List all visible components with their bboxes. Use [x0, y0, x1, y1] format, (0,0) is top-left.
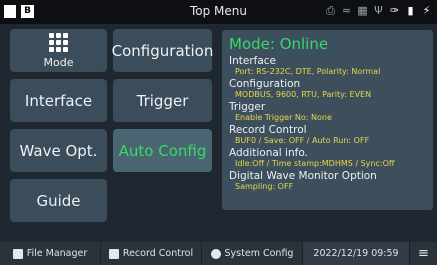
usb-icon: Ψ — [374, 4, 383, 17]
interface-heading: Interface — [229, 55, 277, 67]
configuration-button[interactable]: Configuration — [112, 29, 213, 72]
system-config-button[interactable]: System Config — [202, 242, 303, 265]
printer-icon: ⎙ — [326, 4, 335, 17]
trigger-value: Enable Trigger No: None — [235, 113, 332, 122]
menu-toggle-icon[interactable]: ≡ — [410, 242, 437, 265]
configuration-heading: Configuration — [229, 78, 301, 90]
trigger-button[interactable]: Trigger — [113, 79, 212, 122]
configuration-value: MODBUS, 9600, RTU, Parity: EVEN — [235, 90, 372, 99]
interface-value: Port: RS-232C, DTE, Polarity: Normal — [235, 67, 381, 76]
system-config-label: System Config — [224, 248, 294, 259]
interface-button[interactable]: Interface — [10, 79, 107, 122]
gear-icon — [210, 248, 221, 259]
top-bar: B Top Menu ⎙ ≈ ▦ Ψ ✑ ▮ ⚡ — [0, 0, 437, 24]
mode-label: Mode — [43, 55, 74, 69]
tool-icon: ✑ — [389, 4, 400, 17]
digital-wave-monitor-value: Sampling: OFF — [235, 182, 294, 191]
record-control-value: BUF0 / Save: OFF / Auto Run: OFF — [235, 136, 370, 145]
additional-info-value: Idle:Off / Time stamp:MDHMS / Sync:Off — [235, 159, 395, 168]
wave-opt-button[interactable]: Wave Opt. — [10, 129, 107, 172]
bottom-bar: File Manager Record Control System Confi… — [0, 242, 437, 265]
sd-card-icon: ▮ — [407, 4, 414, 17]
additional-info-heading: Additional info. — [229, 147, 308, 159]
record-control-heading: Record Control — [229, 124, 307, 136]
file-manager-button[interactable]: File Manager — [0, 242, 101, 265]
status-icons: ⎙ ≈ ▦ Ψ ✑ ▮ ⚡ — [324, 3, 433, 18]
grid-icon — [49, 32, 68, 52]
guide-button[interactable]: Guide — [10, 179, 107, 222]
record-control-button[interactable]: Record Control — [101, 242, 202, 265]
network-icon: ▦ — [357, 4, 368, 17]
save-icon — [12, 248, 23, 259]
record-icon — [108, 248, 119, 259]
datetime-display: 2022/12/19 09:59 — [303, 242, 410, 265]
file-manager-label: File Manager — [26, 248, 88, 259]
digital-wave-monitor-heading: Digital Wave Monitor Option — [229, 170, 377, 182]
mode-status-title: Mode: Online — [229, 35, 329, 53]
record-control-label: Record Control — [122, 248, 194, 259]
trigger-heading: Trigger — [229, 101, 266, 113]
status-panel: Mode: Online Interface Port: RS-232C, DT… — [222, 30, 433, 210]
auto-config-button[interactable]: Auto Config — [113, 129, 212, 172]
power-plug-icon: ⚡ — [422, 4, 431, 17]
mode-button[interactable]: Mode — [10, 29, 107, 72]
wifi-icon: ≈ — [341, 4, 352, 17]
